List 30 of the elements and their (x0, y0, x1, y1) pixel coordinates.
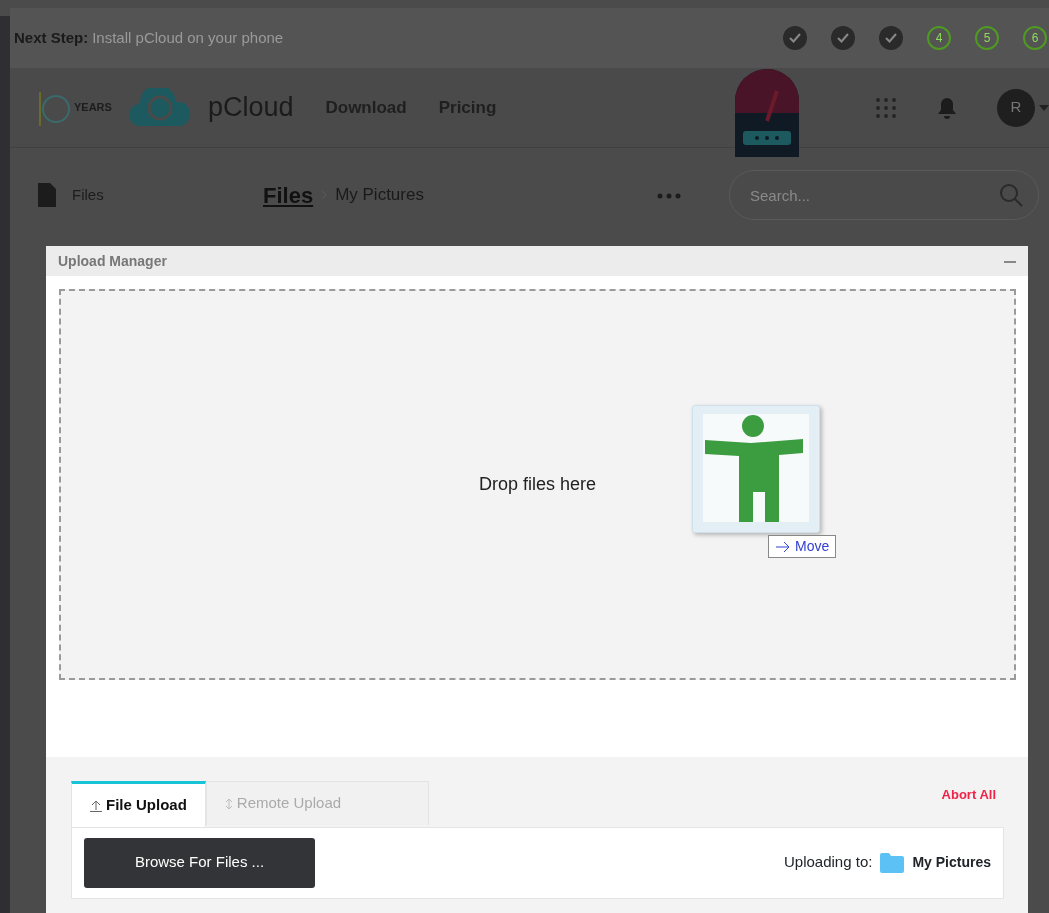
completed-step[interactable] (831, 26, 855, 50)
step-circle[interactable]: 6 (1023, 26, 1047, 50)
breadcrumb-link[interactable]: Files (263, 178, 314, 212)
speedometer-badge-icon (735, 68, 799, 157)
completed-step[interactable] (879, 26, 903, 50)
completed-step[interactable] (783, 26, 807, 50)
user-avatar[interactable]: R (997, 88, 1035, 127)
abort-all-link[interactable]: Abort All (941, 785, 996, 805)
document-icon (38, 183, 56, 207)
folder-icon (880, 851, 905, 874)
drop-text: Drop files here (478, 473, 597, 496)
move-label: Move (795, 537, 830, 556)
destination-label: Uploading to: (784, 852, 873, 873)
next-step-label: Next Step: (14, 27, 89, 48)
search-field[interactable]: Search... (729, 170, 1039, 220)
check-icon (837, 33, 849, 43)
destination-folder[interactable]: My Pictures (912, 852, 991, 873)
notification-bell-icon[interactable] (937, 96, 957, 119)
step-circle[interactable]: 4 (927, 26, 951, 50)
dialog-title: Upload Manager (58, 251, 167, 271)
search-icon[interactable] (999, 183, 1023, 207)
browse-files-button[interactable]: Browse For Files ... (84, 837, 315, 888)
cloud-logo-icon (127, 87, 192, 128)
apps-grid-icon[interactable] (875, 96, 897, 119)
step-circle[interactable]: 5 (975, 26, 999, 50)
check-icon (789, 33, 801, 43)
next-step-text: Install pCloud on your phone (92, 27, 284, 48)
check-icon (885, 33, 897, 43)
upload-tab[interactable]: File Upload (71, 781, 206, 827)
upload-tab[interactable]: Remote Upload (205, 781, 429, 825)
